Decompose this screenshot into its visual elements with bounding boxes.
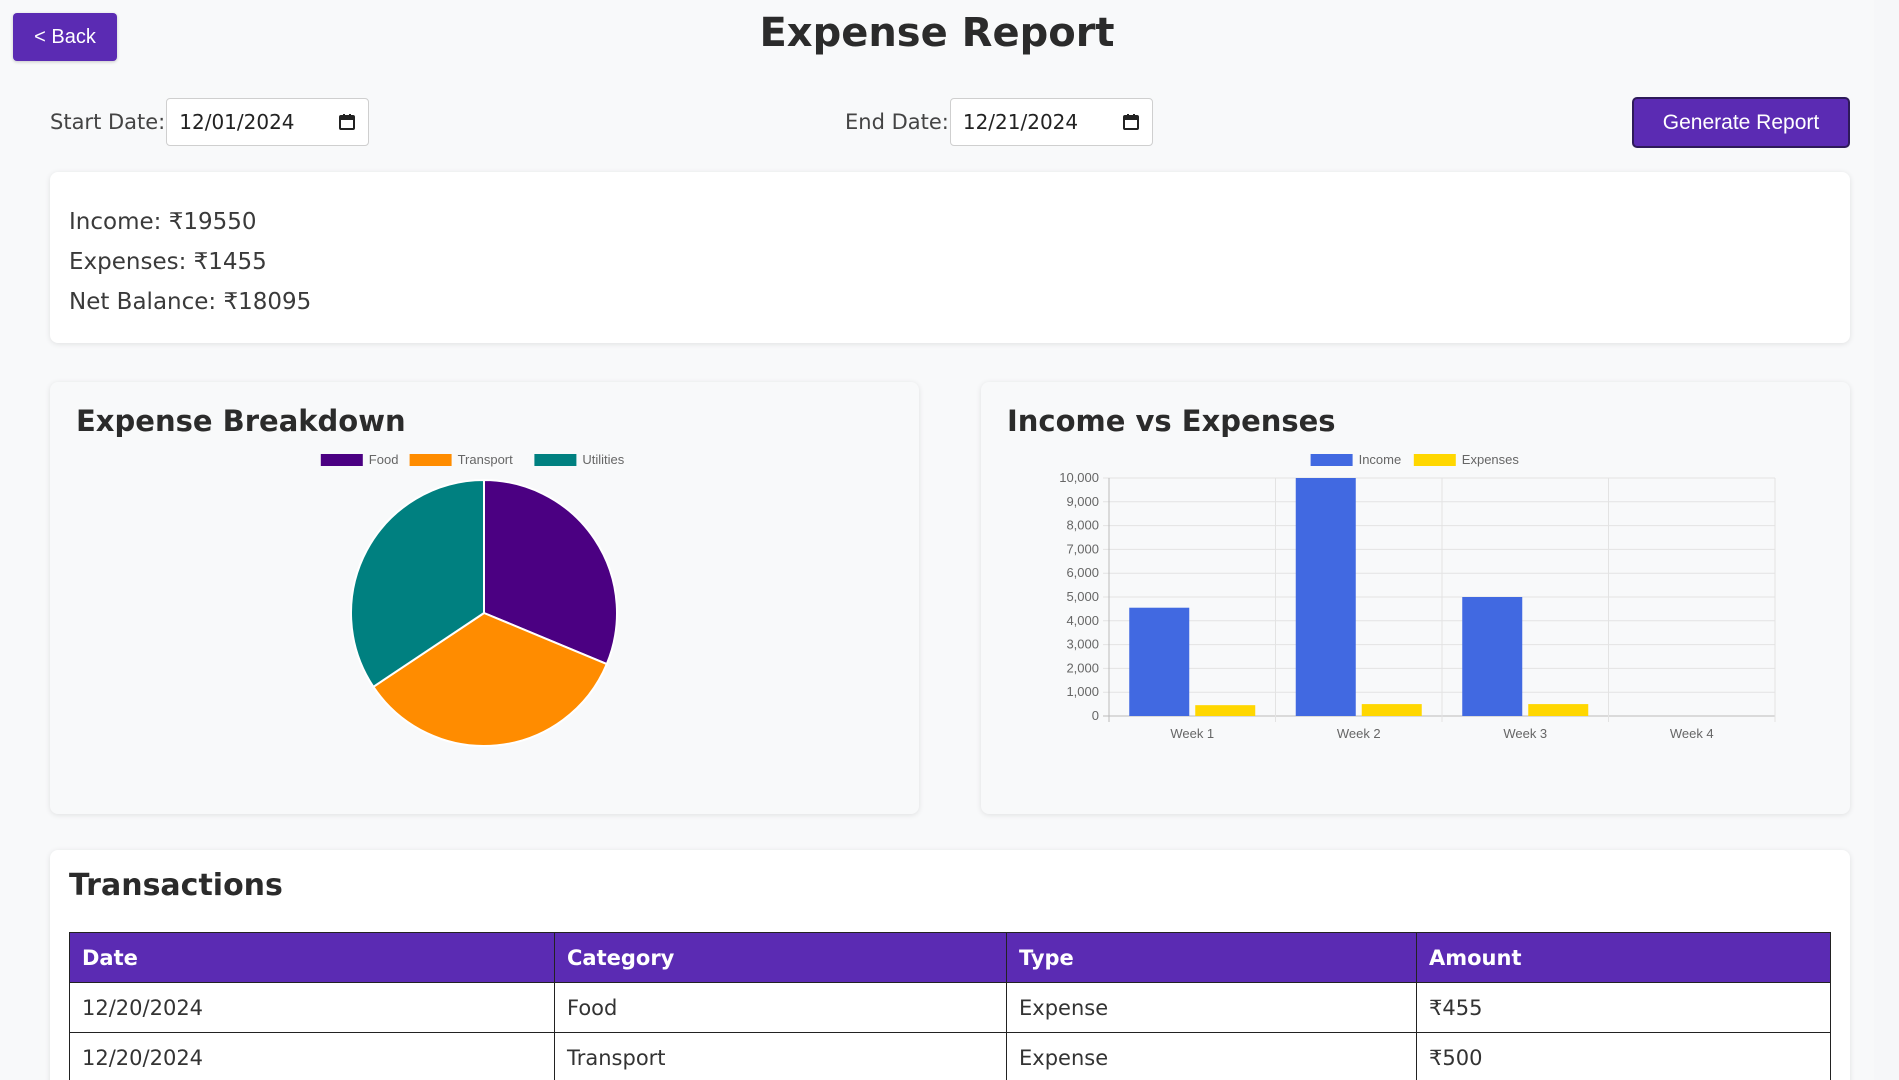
y-tick-label: 1,000 — [1066, 684, 1099, 699]
bar-expenses-week-2 — [1361, 704, 1422, 716]
bar-income-week-2 — [1295, 478, 1356, 716]
expenses-summary: Expenses: ₹1455 — [69, 249, 267, 275]
bar-income-week-1 — [1129, 607, 1190, 716]
income-vs-expenses-chart: Income Expenses 0 1,000 2,000 3,000 4,000 5,000… — [1059, 452, 1776, 741]
cell-category: Transport — [554, 1032, 1007, 1080]
date-filter-row: Start Date: 12/01/2024 End Date: 12/21/2… — [0, 97, 1874, 148]
cell-amount: ₹455 — [1416, 982, 1831, 1033]
y-tick-label: 3,000 — [1066, 637, 1099, 652]
legend-swatch-transport — [409, 454, 452, 466]
summary-card: Income: ₹19550 Expenses: ₹1455 Net Balan… — [50, 172, 1850, 343]
legend-label-food: Food — [369, 452, 399, 467]
column-header-type: Type — [1006, 932, 1417, 983]
generate-report-button[interactable]: Generate Report — [1632, 97, 1850, 148]
legend-label-expenses: Expenses — [1462, 452, 1520, 467]
table-row: 12/20/2024 Food Expense ₹455 — [69, 982, 1831, 1033]
cell-type: Expense — [1006, 982, 1417, 1033]
column-header-date: Date — [69, 932, 555, 983]
cell-date: 12/20/2024 — [69, 982, 555, 1033]
bar-expenses-week-3 — [1528, 704, 1589, 716]
legend-label-income: Income — [1359, 452, 1402, 467]
x-tick-label: Week 2 — [1337, 726, 1381, 741]
expense-breakdown-card: Expense Breakdown Food Transport Utilities — [50, 382, 919, 814]
cell-amount: ₹500 — [1416, 1032, 1831, 1080]
bar-income-week-3 — [1462, 597, 1523, 716]
x-tick-label: Week 3 — [1503, 726, 1547, 741]
net-balance-summary: Net Balance: ₹18095 — [69, 289, 312, 315]
expense-breakdown-chart: Food Transport Utilities — [320, 452, 625, 747]
page-title: Expense Report — [759, 10, 1115, 56]
report-page: < Back Expense Report Start Date: 12/01/… — [0, 0, 1874, 1080]
legend-swatch-expenses — [1413, 454, 1456, 466]
table-header-row: Date Category Type Amount — [69, 932, 1831, 983]
end-date-value: 12/21/2024 — [962, 110, 1079, 134]
legend-label-transport: Transport — [458, 452, 514, 467]
y-tick-label: 10,000 — [1059, 470, 1099, 485]
income-vs-expenses-card: Income vs Expenses Income Expenses 0 1,000 2… — [981, 382, 1850, 814]
y-tick-label: 9,000 — [1066, 494, 1099, 509]
start-date-value: 12/01/2024 — [179, 110, 295, 134]
calendar-icon[interactable] — [338, 113, 356, 131]
y-tick-label: 4,000 — [1066, 613, 1099, 628]
cell-category: Food — [554, 982, 1007, 1033]
transactions-card: Transactions Date Category Type Amount 1… — [50, 850, 1850, 1080]
legend-swatch-income — [1310, 454, 1353, 466]
calendar-icon[interactable] — [1122, 113, 1140, 131]
end-date-label: End Date: — [845, 110, 949, 134]
y-tick-label: 2,000 — [1066, 660, 1099, 675]
start-date-group: Start Date: 12/01/2024 — [50, 98, 370, 146]
column-header-amount: Amount — [1416, 932, 1831, 983]
y-tick-label: 6,000 — [1066, 565, 1099, 580]
income-summary: Income: ₹19550 — [69, 209, 257, 235]
legend-swatch-food — [320, 454, 363, 466]
legend-label-utilities: Utilities — [582, 452, 624, 467]
y-tick-label: 8,000 — [1066, 518, 1099, 533]
start-date-input[interactable]: 12/01/2024 — [166, 98, 370, 146]
end-date-group: End Date: 12/21/2024 — [845, 98, 1153, 146]
legend-swatch-utilities — [534, 454, 577, 466]
y-tick-label: 5,000 — [1066, 589, 1099, 604]
bar-expenses-week-1 — [1195, 705, 1256, 716]
cell-type: Expense — [1006, 1032, 1417, 1080]
x-tick-label: Week 1 — [1170, 726, 1214, 741]
end-date-input[interactable]: 12/21/2024 — [949, 98, 1153, 146]
start-date-label: Start Date: — [50, 110, 166, 134]
transactions-table: Date Category Type Amount 12/20/2024 Foo… — [69, 932, 1831, 1080]
x-tick-label: Week 4 — [1670, 726, 1714, 741]
y-tick-label: 0 — [1092, 708, 1099, 723]
table-row: 12/20/2024 Transport Expense ₹500 — [69, 1032, 1831, 1080]
transactions-title: Transactions — [69, 868, 283, 903]
cell-date: 12/20/2024 — [69, 1032, 555, 1080]
column-header-category: Category — [554, 932, 1007, 983]
y-tick-label: 7,000 — [1066, 541, 1099, 556]
